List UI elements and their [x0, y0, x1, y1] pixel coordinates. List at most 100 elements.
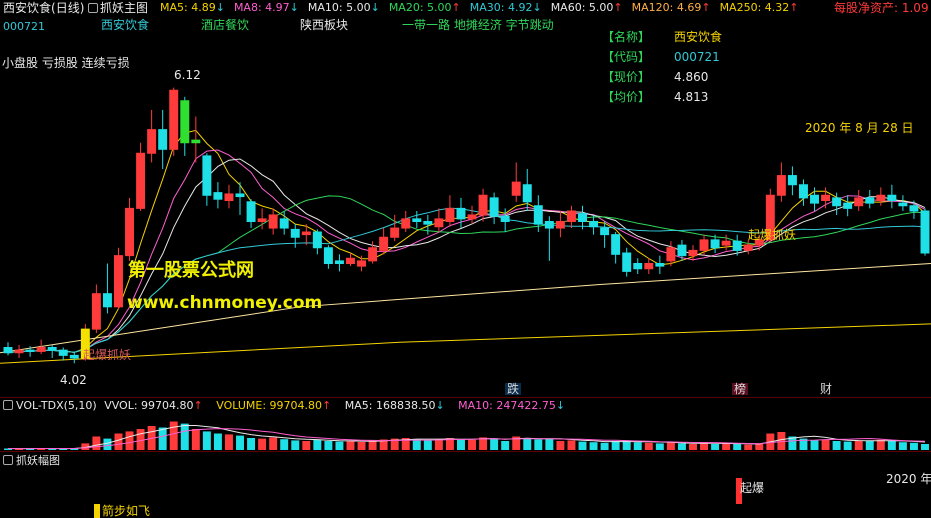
candle[interactable] [589, 214, 599, 235]
volume-bar [324, 441, 333, 450]
candle[interactable] [290, 224, 300, 248]
candle[interactable] [213, 182, 223, 209]
volume-bar [468, 439, 477, 450]
event-marker-finance[interactable]: 财 [818, 383, 834, 395]
event-marker-rank[interactable]: 榜 [732, 383, 749, 395]
volume-bar [666, 442, 675, 450]
candle[interactable] [721, 234, 731, 251]
candle[interactable] [544, 216, 554, 261]
candle[interactable] [622, 247, 632, 277]
volume-expand-icon[interactable] [3, 400, 13, 410]
candle[interactable] [169, 87, 179, 156]
candle[interactable] [611, 232, 621, 264]
candle[interactable] [14, 344, 24, 358]
candle[interactable] [489, 192, 499, 225]
candle[interactable] [876, 187, 886, 206]
ma-trend-arrow: ↓ [370, 1, 380, 14]
candle[interactable] [390, 214, 400, 242]
candle[interactable] [865, 190, 875, 209]
candle[interactable] [69, 352, 79, 364]
candle[interactable] [202, 153, 212, 206]
volume-bar [898, 442, 907, 450]
candle[interactable] [887, 184, 897, 209]
candlestick-chart[interactable] [0, 34, 931, 396]
candle[interactable] [843, 195, 853, 217]
candle[interactable] [821, 187, 831, 209]
candle[interactable] [743, 239, 753, 255]
volume-bar [125, 431, 134, 450]
candle[interactable] [268, 208, 278, 235]
low-price-label: 4.02 [60, 373, 87, 387]
volume-bar [136, 429, 145, 450]
candle[interactable] [445, 195, 455, 227]
candle[interactable] [898, 195, 908, 211]
candle[interactable] [136, 142, 146, 211]
candle[interactable] [511, 162, 521, 202]
candle[interactable] [224, 184, 234, 209]
ma-trend-arrow: ↑ [613, 1, 623, 14]
indicator-switch[interactable]: 抓妖主图 [88, 2, 148, 14]
candle[interactable] [412, 211, 422, 229]
candle[interactable] [920, 208, 930, 256]
volume-bar [733, 444, 742, 450]
volume-bar [589, 442, 598, 450]
candle[interactable] [688, 245, 698, 261]
candle[interactable] [158, 109, 168, 169]
candle[interactable] [58, 347, 68, 361]
candle[interactable] [125, 197, 135, 261]
ma-legend: MA5: 4.89↓ MA8: 4.97↓ MA10: 5.00↓ MA20: 5.0… [160, 2, 808, 13]
candle[interactable] [776, 162, 786, 202]
candle[interactable] [91, 284, 101, 334]
volume-bar [567, 440, 576, 450]
stock-code: 000721 [3, 20, 45, 33]
candle[interactable] [191, 116, 201, 163]
volume-bar [722, 443, 731, 450]
volume-bar [865, 441, 874, 450]
amplitude-signal-1: 起爆 [740, 481, 765, 495]
right-signal-label: 起爆抓妖 [748, 228, 797, 242]
candle[interactable] [456, 197, 466, 229]
candle[interactable] [235, 182, 245, 215]
candle[interactable] [854, 190, 864, 211]
candle[interactable] [246, 199, 256, 229]
candle[interactable] [655, 255, 665, 274]
candle[interactable] [677, 239, 687, 261]
volume-bar [810, 440, 819, 450]
tag-concepts: 一带一路 地摊经济 字节跳动 [402, 18, 554, 32]
volume-bar [655, 443, 664, 450]
ma-trend-arrow: ↑ [451, 1, 461, 14]
volume-bar [832, 441, 841, 450]
event-marker-drop[interactable]: 跌 [505, 383, 522, 395]
candle[interactable] [47, 344, 57, 358]
candle[interactable] [600, 221, 610, 248]
volume-bar [423, 440, 432, 450]
candle[interactable] [798, 179, 808, 206]
candle[interactable] [566, 205, 576, 229]
candle[interactable] [787, 166, 797, 196]
volume-bar [158, 427, 167, 450]
candle[interactable] [180, 96, 190, 156]
candle[interactable] [379, 228, 389, 255]
candle[interactable] [147, 109, 157, 163]
candle[interactable] [633, 258, 643, 274]
candle[interactable] [102, 263, 112, 314]
volume-bar [545, 438, 554, 450]
candle[interactable] [434, 208, 444, 232]
volume-bar [213, 433, 222, 450]
candle[interactable] [114, 247, 123, 310]
candle[interactable] [334, 254, 344, 272]
candle[interactable] [555, 211, 565, 238]
candle[interactable] [312, 229, 322, 255]
volume-bar [501, 441, 510, 450]
candle[interactable] [467, 205, 477, 225]
candle[interactable] [3, 342, 13, 356]
candle[interactable] [401, 211, 411, 232]
ma-trend-arrow: ↑ [789, 1, 799, 14]
volume-bar [92, 436, 101, 450]
candle[interactable] [699, 234, 709, 256]
ma-legend-item: MA8: 4.97↓ [233, 1, 299, 14]
candle[interactable] [357, 255, 367, 272]
volume-chart[interactable] [0, 416, 931, 450]
candle[interactable] [323, 245, 333, 269]
volume-bar [280, 439, 289, 450]
